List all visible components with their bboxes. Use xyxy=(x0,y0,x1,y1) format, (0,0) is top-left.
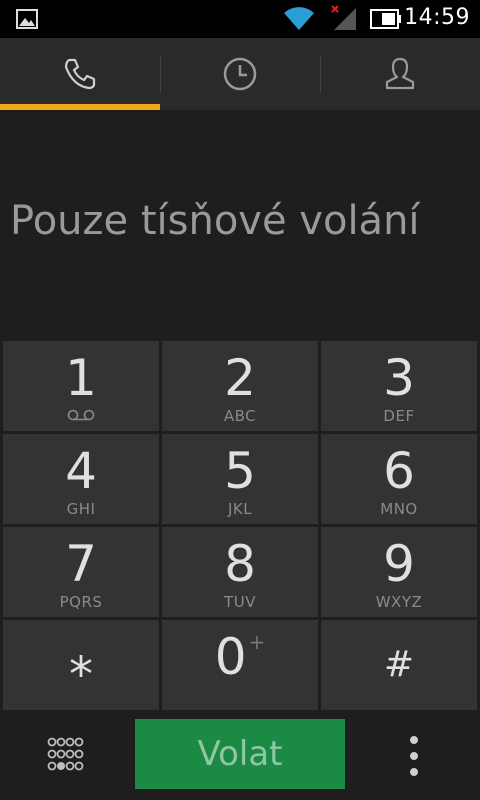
key-digit: 6 xyxy=(383,442,415,500)
dialpad-toggle-icon[interactable] xyxy=(44,734,88,778)
signal-icon xyxy=(331,5,356,30)
key-digit: 1 xyxy=(65,349,97,407)
key-letters: DEF xyxy=(383,407,415,425)
key-digit: * xyxy=(69,647,93,703)
key-digit: 4 xyxy=(65,442,97,500)
key-digit: 2 xyxy=(224,349,256,407)
status-clock: 14:59 xyxy=(404,5,470,30)
tab-phone[interactable] xyxy=(0,38,160,110)
person-icon xyxy=(385,57,415,90)
call-button[interactable]: Volat xyxy=(135,719,345,789)
emergency-only-text: Pouze tísňové volání xyxy=(10,198,420,244)
gallery-icon xyxy=(16,9,38,29)
tab-bar xyxy=(0,38,480,110)
key-letters: PQRS xyxy=(59,593,103,611)
key-digit: 3 xyxy=(383,349,415,407)
key-hash[interactable]: # xyxy=(321,620,477,710)
key-9[interactable]: 9 WXYZ xyxy=(321,527,477,617)
key-digit: 5 xyxy=(224,442,256,500)
key-star[interactable]: * xyxy=(3,620,159,710)
dialpad: 1 2 ABC 3 DEF 4 GHI 5 JKL 6 MNO 7 PQRS 8… xyxy=(0,340,480,712)
dial-display: Pouze tísňové volání xyxy=(0,110,480,340)
key-8[interactable]: 8 TUV xyxy=(162,527,318,617)
key-letters: WXYZ xyxy=(375,593,423,611)
overflow-menu-icon[interactable] xyxy=(400,732,428,780)
key-letters: MNO xyxy=(380,500,418,518)
key-2[interactable]: 2 ABC xyxy=(162,341,318,431)
zero-digit: 0 xyxy=(214,628,247,686)
battery-icon xyxy=(370,9,401,29)
key-5[interactable]: 5 JKL xyxy=(162,434,318,524)
key-0[interactable]: 0 + xyxy=(162,620,318,710)
key-3[interactable]: 3 DEF xyxy=(321,341,477,431)
wifi-icon xyxy=(284,7,314,30)
key-letters: GHI xyxy=(66,500,96,518)
voicemail-icon xyxy=(67,409,95,421)
key-4[interactable]: 4 GHI xyxy=(3,434,159,524)
key-digit: 0 + xyxy=(215,632,266,682)
call-button-label: Volat xyxy=(197,734,283,774)
key-6[interactable]: 6 MNO xyxy=(321,434,477,524)
key-letters: JKL xyxy=(227,500,253,518)
key-digit: 7 xyxy=(65,535,97,593)
key-digit: # xyxy=(383,644,415,685)
status-bar: 14:59 xyxy=(0,0,480,38)
tab-contacts[interactable] xyxy=(320,38,480,110)
key-letters: ABC xyxy=(223,407,257,425)
key-7[interactable]: 7 PQRS xyxy=(3,527,159,617)
plus-symbol: + xyxy=(248,630,266,654)
key-digit: 9 xyxy=(383,535,415,593)
clock-icon xyxy=(223,57,257,91)
tab-call-log[interactable] xyxy=(160,38,320,110)
key-digit: 8 xyxy=(224,535,256,593)
key-letters: TUV xyxy=(224,593,256,611)
phone-icon xyxy=(64,58,96,90)
key-1[interactable]: 1 xyxy=(3,341,159,431)
bottom-bar: Volat xyxy=(0,712,480,800)
